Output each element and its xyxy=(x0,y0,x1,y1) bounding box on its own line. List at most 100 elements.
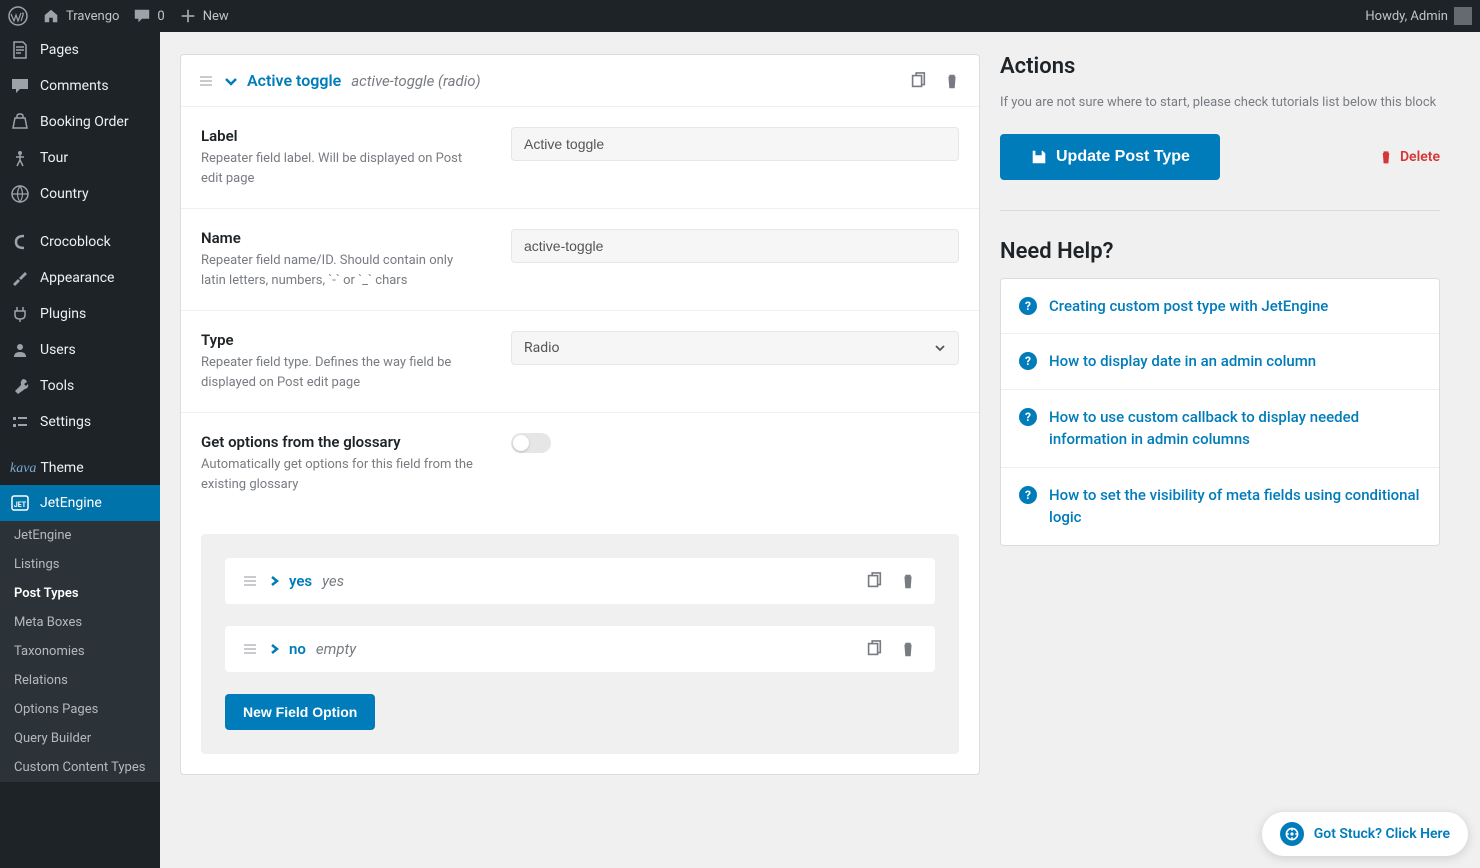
help-item[interactable]: ? How to set the visibility of meta fiel… xyxy=(1001,468,1439,545)
sidebar-item-settings[interactable]: Settings xyxy=(0,404,160,440)
option-card-yes: yes yes xyxy=(225,558,935,604)
options-block: yes yes no xyxy=(201,534,959,754)
option-card-no: no empty xyxy=(225,626,935,672)
sidebar-item-tools[interactable]: Tools xyxy=(0,368,160,404)
panel-header: Active toggle active-toggle (radio) xyxy=(181,55,979,107)
sidebar-label: Settings xyxy=(40,414,91,430)
howdy-link[interactable]: Howdy, Admin xyxy=(1365,7,1472,25)
collapse-toggle[interactable] xyxy=(223,73,239,89)
drag-handle-icon[interactable] xyxy=(199,74,213,88)
name-input[interactable] xyxy=(511,229,959,263)
sidebar-item-plugins[interactable]: Plugins xyxy=(0,296,160,332)
field-row-glossary: Get options from the glossary Automatica… xyxy=(181,413,979,514)
help-link-text: How to display date in an admin column xyxy=(1049,350,1316,373)
comments-link[interactable]: 0 xyxy=(133,7,164,25)
sidebar-label: Crocoblock xyxy=(40,234,111,250)
avatar xyxy=(1454,7,1472,25)
drag-handle-icon[interactable] xyxy=(243,642,257,656)
new-link[interactable]: New xyxy=(179,7,229,25)
sidebar-item-pages[interactable]: Pages xyxy=(0,32,160,68)
sidebar-label: Country xyxy=(40,186,89,202)
admin-sidebar: Pages Comments Booking Order Tour Countr… xyxy=(0,32,160,868)
update-post-type-button[interactable]: Update Post Type xyxy=(1000,134,1220,180)
help-link-text: How to use custom callback to display ne… xyxy=(1049,406,1421,451)
sidebar-label: Theme xyxy=(40,460,83,476)
field-label-desc: Repeater field label. Will be displayed … xyxy=(201,149,481,188)
wp-logo[interactable] xyxy=(8,6,28,26)
got-stuck-button[interactable]: Got Stuck? Click Here xyxy=(1262,812,1468,856)
sidebar-label: Comments xyxy=(40,78,109,94)
sidebar-item-country[interactable]: Country xyxy=(0,176,160,212)
sidebar-sub-relations[interactable]: Relations xyxy=(0,666,160,695)
sidebar-sub-query-builder[interactable]: Query Builder xyxy=(0,724,160,753)
delete-icon[interactable] xyxy=(943,72,961,90)
actions-title: Actions xyxy=(1000,54,1440,79)
sidebar-item-crocoblock[interactable]: Crocoblock xyxy=(0,224,160,260)
sidebar-item-users[interactable]: Users xyxy=(0,332,160,368)
question-icon: ? xyxy=(1019,408,1037,426)
help-link-text: Creating custom post type with JetEngine xyxy=(1049,295,1328,318)
delete-label: Delete xyxy=(1400,149,1440,165)
admin-bar: Travengo 0 New Howdy, Admin xyxy=(0,0,1480,32)
drag-handle-icon[interactable] xyxy=(243,574,257,588)
help-item[interactable]: ? How to display date in an admin column xyxy=(1001,334,1439,390)
sidebar-item-comments[interactable]: Comments xyxy=(0,68,160,104)
help-list: ? Creating custom post type with JetEngi… xyxy=(1000,278,1440,546)
option-title: yes xyxy=(289,572,312,590)
sidebar-sub-post-types[interactable]: Post Types xyxy=(0,579,160,608)
field-glossary-title: Get options from the glossary xyxy=(201,433,481,451)
copy-icon[interactable] xyxy=(909,72,927,90)
sidebar-label: Pages xyxy=(40,42,79,58)
sidebar-item-booking[interactable]: Booking Order xyxy=(0,104,160,140)
help-block: Need Help? ? Creating custom post type w… xyxy=(1000,239,1440,546)
site-name-link[interactable]: Travengo xyxy=(42,7,119,25)
sidebar-item-jetengine[interactable]: JETJetEngine xyxy=(0,485,160,521)
help-item[interactable]: ? How to use custom callback to display … xyxy=(1001,390,1439,468)
sidebar-sub-listings[interactable]: Listings xyxy=(0,550,160,579)
type-select[interactable]: Radio xyxy=(511,331,959,365)
copy-icon[interactable] xyxy=(865,572,883,590)
main-content: Active toggle active-toggle (radio) xyxy=(160,32,1480,868)
sidebar-item-appearance[interactable]: Appearance xyxy=(0,260,160,296)
howdy-text: Howdy, Admin xyxy=(1365,9,1448,24)
sidebar-label: Tour xyxy=(40,150,68,166)
sidebar-sub-jetengine[interactable]: JetEngine xyxy=(0,521,160,550)
field-row-label: Label Repeater field label. Will be disp… xyxy=(181,107,979,209)
actions-block: Actions If you are not sure where to sta… xyxy=(1000,54,1440,211)
question-icon: ? xyxy=(1019,297,1037,315)
field-glossary-desc: Automatically get options for this field… xyxy=(201,455,481,494)
field-row-type: Type Repeater field type. Defines the wa… xyxy=(181,311,979,413)
sidebar-item-tour[interactable]: Tour xyxy=(0,140,160,176)
expand-toggle[interactable] xyxy=(267,574,281,588)
sidebar-sub-options-pages[interactable]: Options Pages xyxy=(0,695,160,724)
help-item[interactable]: ? Creating custom post type with JetEngi… xyxy=(1001,279,1439,335)
sidebar-label: Tools xyxy=(40,378,74,394)
help-link-text: How to set the visibility of meta fields… xyxy=(1049,484,1421,529)
option-title: no xyxy=(289,640,306,658)
option-subtitle: yes xyxy=(322,572,344,590)
sidebar-sub-custom-content[interactable]: Custom Content Types xyxy=(0,753,160,782)
delete-icon[interactable] xyxy=(899,640,917,658)
label-input[interactable] xyxy=(511,127,959,161)
sidebar-label: Booking Order xyxy=(40,114,129,130)
delete-button[interactable]: Delete xyxy=(1378,149,1440,165)
support-icon xyxy=(1280,822,1304,846)
new-field-option-button[interactable]: New Field Option xyxy=(225,694,375,730)
question-icon: ? xyxy=(1019,486,1037,504)
field-name-title: Name xyxy=(201,229,481,247)
save-icon xyxy=(1030,148,1048,166)
expand-toggle[interactable] xyxy=(267,642,281,656)
sidebar-sub-taxonomies[interactable]: Taxonomies xyxy=(0,637,160,666)
glossary-toggle[interactable] xyxy=(511,433,551,453)
update-label: Update Post Type xyxy=(1056,148,1190,166)
copy-icon[interactable] xyxy=(865,640,883,658)
sidebar-sub-meta-boxes[interactable]: Meta Boxes xyxy=(0,608,160,637)
comments-count: 0 xyxy=(157,9,164,24)
site-name: Travengo xyxy=(66,9,119,24)
delete-icon[interactable] xyxy=(899,572,917,590)
new-label: New xyxy=(203,9,229,24)
sidebar-label: JetEngine xyxy=(40,495,102,511)
option-subtitle: empty xyxy=(316,640,356,658)
sidebar-item-kava[interactable]: kavaTheme xyxy=(0,452,160,485)
field-row-name: Name Repeater field name/ID. Should cont… xyxy=(181,209,979,311)
